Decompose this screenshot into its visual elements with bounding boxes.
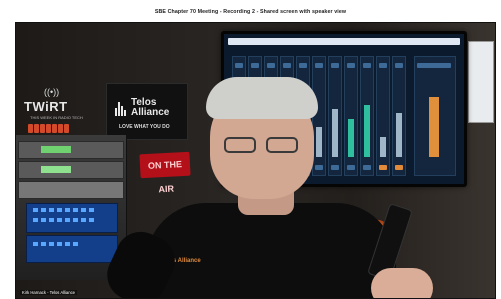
blue-rack-panel bbox=[26, 203, 118, 233]
radio-wave-icon: ((•)) bbox=[44, 87, 60, 97]
hair bbox=[206, 77, 318, 119]
vacuum-tubes bbox=[28, 120, 76, 133]
glasses bbox=[224, 137, 304, 153]
rack-unit bbox=[18, 161, 124, 179]
shirt bbox=[146, 203, 396, 298]
shared-screen-video[interactable]: ((•)) TWiRT THIS WEEK IN RADIO TECH Telo… bbox=[15, 22, 496, 299]
rack-unit bbox=[18, 181, 124, 199]
speaker-name-label: Kirk Harnack - Telos Alliance bbox=[20, 290, 77, 295]
twirt-logo: TWiRT bbox=[24, 99, 68, 114]
meter-section bbox=[414, 56, 456, 176]
window-edge-panel bbox=[468, 41, 494, 123]
rack-unit bbox=[18, 141, 124, 159]
window-title: SBE Chapter 70 Meeting - Recording 2 - S… bbox=[154, 9, 347, 15]
console-topbar bbox=[228, 38, 460, 45]
window-titlebar: SBE Chapter 70 Meeting - Recording 2 - S… bbox=[0, 0, 501, 22]
equipment-rack bbox=[16, 135, 127, 280]
telos-logo-icon bbox=[115, 102, 127, 116]
blue-rack-panel bbox=[26, 235, 118, 263]
hand bbox=[371, 268, 433, 298]
